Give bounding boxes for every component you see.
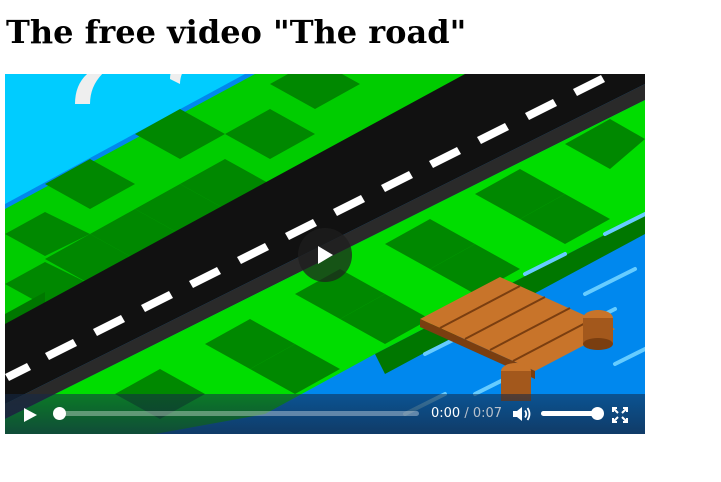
current-time: 0:00 (431, 406, 461, 421)
speaker-volume-icon (513, 407, 531, 421)
time-separator: / (460, 406, 473, 421)
play-button[interactable] (21, 406, 39, 424)
time-display: 0:00 / 0:07 (431, 406, 502, 422)
mute-button[interactable] (512, 405, 532, 423)
progress-bar[interactable] (53, 407, 419, 420)
page-title: The free video "The road" (6, 13, 467, 51)
volume-thumb[interactable] (591, 407, 604, 420)
volume-fill (541, 411, 597, 416)
play-icon (318, 246, 333, 264)
big-play-button[interactable] (298, 228, 352, 282)
duration: 0:07 (472, 406, 503, 421)
play-icon (24, 408, 37, 422)
volume-slider[interactable] (541, 407, 604, 420)
fullscreen-button[interactable] (611, 406, 629, 424)
video-controls: 0:00 / 0:07 (5, 394, 645, 434)
video-player[interactable]: 0:00 / 0:07 (5, 74, 645, 434)
progress-thumb[interactable] (53, 407, 66, 420)
fullscreen-icon (612, 407, 628, 423)
